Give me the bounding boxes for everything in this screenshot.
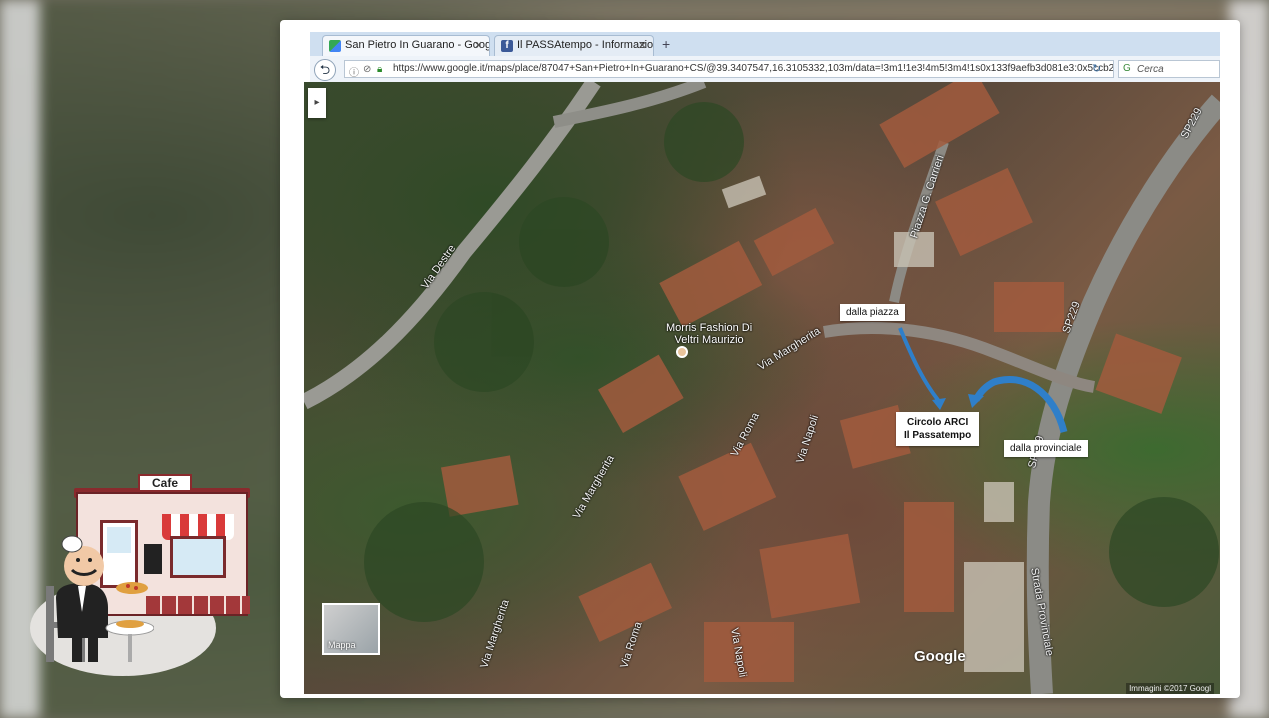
close-tab-icon[interactable]: ✕	[638, 39, 647, 52]
address-bar: ⮌ ⓘ ⊘ 🔒︎ https://www.google.it/maps/plac…	[310, 56, 1220, 83]
poi-label[interactable]: Morris Fashion Di Veltri Maurizio	[666, 322, 752, 346]
url-field[interactable]: ⓘ ⊘ 🔒︎ https://www.google.it/maps/place/…	[344, 60, 1114, 78]
poi-label-line1: Morris Fashion Di	[666, 322, 753, 334]
callout-line2: Il Passatempo	[904, 430, 972, 441]
poi-pin-icon[interactable]	[676, 346, 688, 358]
back-button[interactable]: ⮌	[314, 59, 336, 81]
map-imagery	[304, 82, 1220, 694]
photo-card[interactable]: San Pietro In Guarano - Goog ✕ f Il PASS…	[280, 20, 1240, 698]
shop-window	[170, 536, 226, 578]
search-engine-icon: G	[1123, 63, 1131, 74]
map-type-label: Mappa	[328, 640, 356, 650]
new-tab-button[interactable]: +	[662, 36, 670, 52]
callout-dalla-piazza: dalla piazza	[840, 304, 905, 321]
tab-label: Il PASSAtempo - Informazion	[517, 39, 654, 51]
tab-san-pietro[interactable]: San Pietro In Guarano - Goog ✕	[322, 35, 490, 56]
search-placeholder: Cerca	[1137, 64, 1164, 75]
search-field[interactable]: G Cerca	[1118, 60, 1220, 78]
cafe-sign: Cafe	[138, 474, 192, 492]
browser-tab-bar: San Pietro In Guarano - Goog ✕ f Il PASS…	[310, 32, 1220, 57]
brick-wall	[146, 596, 250, 614]
tab-il-passatempo[interactable]: f Il PASSAtempo - Informazion ✕	[494, 35, 654, 56]
imagery-attribution: Immagini ©2017 Googl	[1126, 683, 1214, 694]
side-panel-toggle[interactable]: ▸	[308, 88, 326, 118]
facebook-favicon-icon: f	[501, 40, 513, 52]
url-text: https://www.google.it/maps/place/87047+S…	[393, 63, 1114, 74]
satellite-map[interactable]: ▸ Via Destre Piazza G. Carrieri SP229 SP…	[304, 82, 1220, 694]
tab-label: San Pietro In Guarano - Goog	[345, 39, 490, 51]
callout-dalla-provinciale: dalla provinciale	[1004, 440, 1088, 457]
close-tab-icon[interactable]: ✕	[474, 39, 483, 52]
permissions-icon: ⊘	[363, 64, 372, 75]
callout-circolo-arci: Circolo ARCI Il Passatempo	[896, 412, 980, 446]
callout-line1: Circolo ARCI	[906, 417, 969, 428]
google-logo: Google	[914, 648, 966, 665]
map-type-toggle[interactable]: Mappa	[322, 603, 380, 655]
poi-label-line2: Veltri Maurizio	[674, 334, 744, 346]
lock-icon: 🔒︎	[377, 64, 383, 75]
google-maps-favicon-icon	[329, 40, 341, 52]
reload-icon[interactable]: ↻	[1092, 62, 1101, 75]
info-icon: ⓘ	[349, 68, 359, 78]
cafe-illustration: Cafe	[26, 470, 256, 680]
chef-with-pizza-icon	[46, 535, 154, 662]
map-printout: San Pietro In Guarano - Goog ✕ f Il PASS…	[304, 32, 1220, 694]
